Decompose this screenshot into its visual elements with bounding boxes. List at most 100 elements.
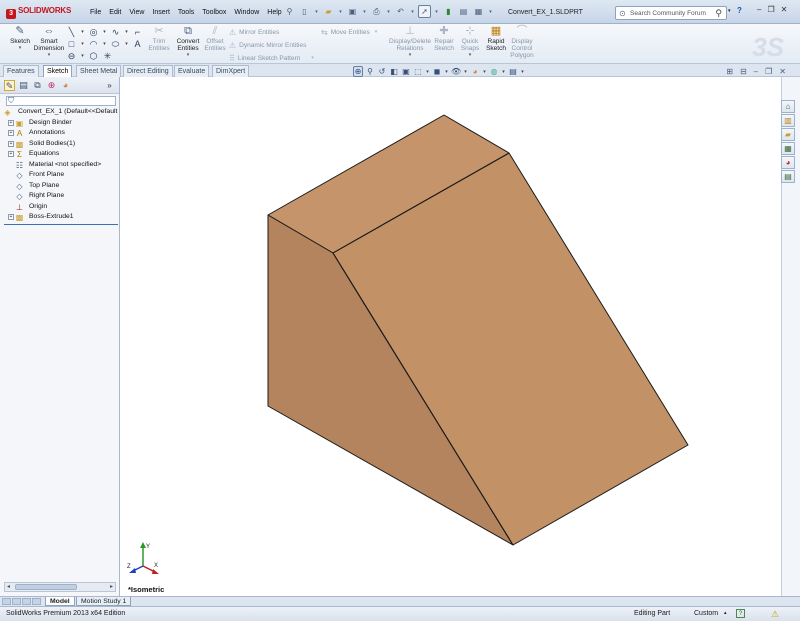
scenes-icon[interactable]: ◍ (489, 67, 499, 76)
rectangle-dropdown-icon[interactable]: ▾ (80, 41, 85, 47)
expand-toggle-icon[interactable]: + (8, 214, 14, 220)
feature-manager-tab-icon[interactable]: ✎ (4, 80, 15, 91)
unit-system-selector[interactable]: Custom (694, 610, 718, 617)
line-icon[interactable]: ╲ (66, 27, 77, 38)
tree-filter-field[interactable]: ⛉ (6, 96, 116, 106)
sketch-dropdown-icon[interactable]: ▾ (7, 45, 33, 52)
ellipse-dropdown-icon[interactable]: ▾ (124, 41, 129, 47)
view-settings-dropdown-icon[interactable]: ▾ (520, 69, 525, 75)
solidworks-resources-icon[interactable]: ⌂ (781, 100, 795, 113)
hide-show-dropdown-icon[interactable]: ▾ (463, 69, 468, 75)
search-scope-icon[interactable]: ⊙ (619, 9, 626, 18)
arc-icon[interactable]: ◠ (88, 39, 99, 50)
repair-sketch-button[interactable]: ✚ Repair Sketch (432, 25, 456, 52)
scroll-thumb[interactable] (15, 584, 77, 590)
view-orientation-icon[interactable]: ⬚ (413, 67, 423, 76)
menu-toolbox[interactable]: Toolbox (198, 9, 230, 16)
tab-model[interactable]: Model (45, 597, 75, 606)
slot-icon[interactable]: ⊖ (66, 51, 77, 62)
close-icon[interactable]: ✕ (781, 5, 788, 14)
scroll-left-icon[interactable]: ◂ (7, 583, 10, 590)
tree-item-front-plane[interactable]: ◇ Front Plane (2, 170, 120, 181)
zoom-to-fit-icon[interactable]: ⊕ (353, 66, 363, 77)
tree-item-solid-bodies-1[interactable]: + ▩ Solid Bodies(1) (2, 139, 120, 150)
restore-icon[interactable]: ❐ (767, 5, 774, 14)
design-library-icon[interactable]: ▥ (781, 114, 795, 127)
line-dropdown-icon[interactable]: ▾ (80, 29, 85, 35)
move-entities-button[interactable]: ⇆ Move Entities ▾ (321, 26, 377, 39)
unit-system-dropdown-icon[interactable]: ▴ (724, 610, 727, 616)
file-properties-icon[interactable]: ▤ (457, 5, 470, 18)
view-settings-icon[interactable]: ▤ (508, 67, 518, 76)
point-icon[interactable]: ✳ (102, 51, 113, 62)
prev-tab-icon[interactable] (12, 598, 21, 605)
tree-item-top-plane[interactable]: ◇ Top Plane (2, 181, 120, 192)
file-explorer-icon[interactable]: ▰ (781, 128, 795, 141)
spline-dropdown-icon[interactable]: ▾ (124, 29, 129, 35)
tab-evaluate[interactable]: Evaluate (174, 65, 210, 77)
previous-view-icon[interactable]: ↺ (377, 67, 387, 76)
sketch-button[interactable]: ✎ Sketch ▾ (7, 25, 33, 52)
search-dropdown-icon[interactable]: ▾ (728, 8, 731, 14)
appearances-scenes-icon[interactable]: ◕ (781, 156, 795, 169)
menu-window[interactable]: Window (230, 9, 263, 16)
circle-dropdown-icon[interactable]: ▾ (102, 29, 107, 35)
quick-snaps-dropdown-icon[interactable]: ▾ (458, 52, 482, 59)
property-manager-tab-icon[interactable]: ▤ (18, 80, 29, 91)
display-manager-tab-icon[interactable]: ◕ (60, 80, 71, 91)
convert-dropdown-icon[interactable]: ▾ (174, 52, 202, 59)
help-icon[interactable]: ? (737, 6, 748, 18)
polygon-icon[interactable]: ⬡ (88, 51, 99, 62)
undo-icon[interactable]: ↶ (394, 5, 407, 18)
sketch-fillet-icon[interactable]: ⌐ (132, 27, 143, 37)
spline-icon[interactable]: ∿ (110, 27, 121, 38)
graphics-area[interactable] (121, 77, 781, 596)
display-delete-relations-button[interactable]: ⊥ Display/Delete Relations ▾ (389, 25, 431, 59)
open-dropdown-icon[interactable]: ▾ (337, 5, 344, 18)
model-svg[interactable] (121, 77, 781, 596)
tree-item-right-plane[interactable]: ◇ Right Plane (2, 191, 120, 202)
smart-dimension-button[interactable]: ⇔ Smart Dimension ▾ (33, 25, 65, 59)
tab-sheet-metal[interactable]: Sheet Metal (76, 65, 122, 77)
rebuild-icon[interactable]: ▮ (442, 5, 455, 18)
section-view-icon[interactable]: ◧ (389, 67, 399, 76)
select-arrow-icon[interactable]: ➚ (418, 5, 431, 18)
doc-restore-icon[interactable]: ❐ (765, 67, 772, 76)
split-icon[interactable]: ⊟ (740, 67, 747, 76)
display-style-dropdown-icon[interactable]: ▾ (444, 69, 449, 75)
convert-entities-button[interactable]: ⧉ Convert Entities ▾ (174, 25, 202, 59)
menu-view[interactable]: View (125, 9, 148, 16)
first-tab-icon[interactable] (2, 598, 11, 605)
minimize-icon[interactable]: – (757, 5, 761, 14)
expand-toggle-icon[interactable]: + (8, 140, 14, 147)
panel-horizontal-scrollbar[interactable]: ◂ ▸ (4, 582, 116, 592)
dimxpert-manager-tab-icon[interactable]: ⊕ (46, 80, 57, 91)
rebuild-status-icon[interactable]: ⚠ (771, 609, 779, 620)
search-box[interactable]: ⊙ Search Community Forum ⚲ (615, 6, 727, 20)
pushpin-icon[interactable]: ⚲ (283, 5, 296, 18)
menu-insert[interactable]: Insert (148, 9, 174, 16)
menu-file[interactable]: File (86, 9, 105, 16)
new-dropdown-icon[interactable]: ▾ (313, 5, 320, 18)
tree-item-boss-extrude1[interactable]: + ▩ Boss-Extrude1 (2, 212, 120, 223)
more-tabs-icon[interactable]: » (104, 80, 115, 91)
rollback-bar[interactable] (4, 223, 118, 225)
configuration-manager-tab-icon[interactable]: ⧉ (32, 80, 43, 91)
zoom-area-icon[interactable]: ⚲ (365, 67, 375, 76)
scenes-dropdown-icon[interactable]: ▾ (501, 69, 506, 75)
scroll-right-icon[interactable]: ▸ (110, 583, 113, 590)
display-style-icon[interactable]: ◼ (432, 67, 442, 76)
tree-item-design-binder[interactable]: + ▣ Design Binder (2, 118, 120, 129)
text-icon[interactable]: A (132, 39, 143, 49)
solidworks-logo[interactable]: 3 SOLIDWORKS (6, 6, 71, 19)
expand-toggle-icon[interactable]: + (8, 130, 14, 136)
hide-show-items-icon[interactable]: 👁 (451, 67, 461, 76)
ellipse-icon[interactable]: ⬭ (110, 39, 121, 50)
expand-toggle-icon[interactable]: + (8, 151, 14, 157)
options-icon[interactable]: ▦ (472, 5, 485, 18)
expand-toggle-icon[interactable]: + (8, 119, 14, 126)
tree-root-part[interactable]: ◈ Convert_EX_1 (Default<<Default (2, 107, 120, 118)
dynamic-annotation-icon[interactable]: ▣ (401, 67, 411, 76)
edit-appearance-icon[interactable]: ◕ (470, 67, 480, 76)
undo-dropdown-icon[interactable]: ▾ (409, 5, 416, 18)
